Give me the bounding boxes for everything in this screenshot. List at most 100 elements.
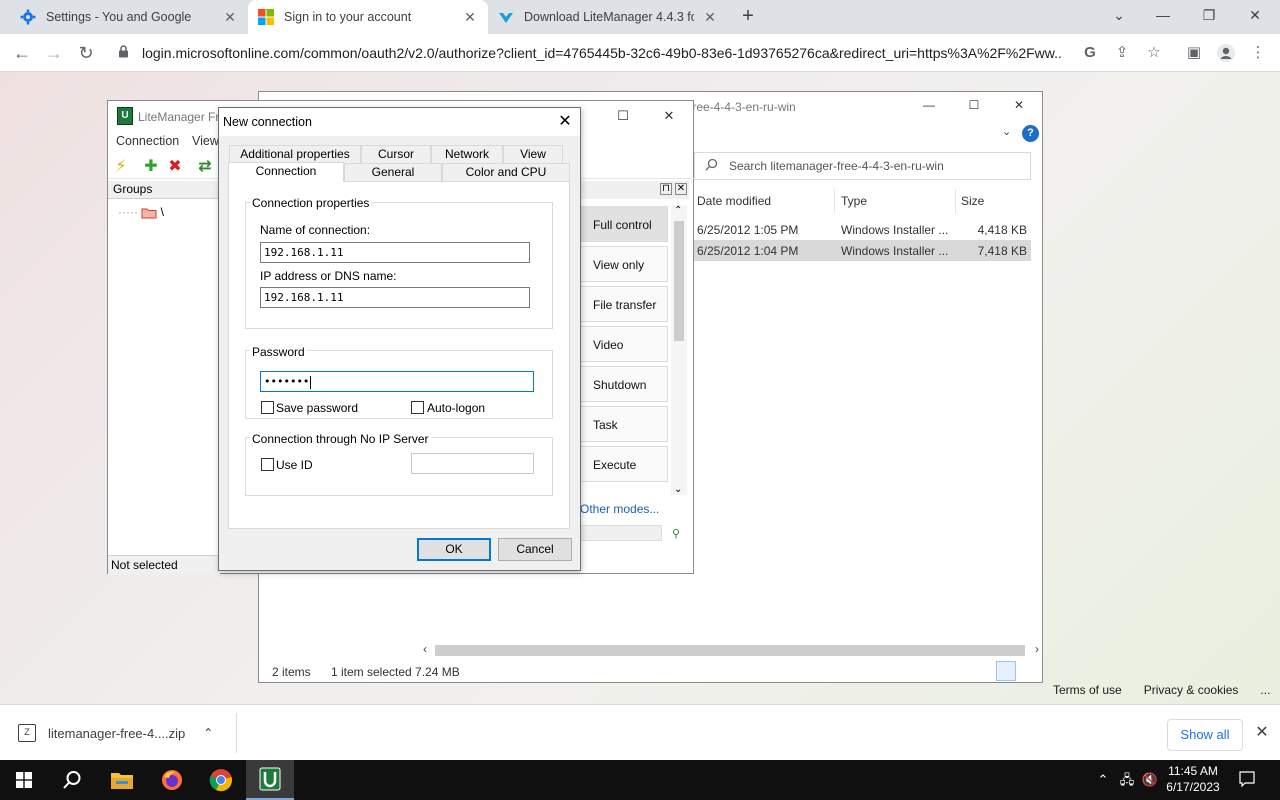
close-tab-icon[interactable]: ✕ <box>462 9 478 25</box>
close-window-icon[interactable]: ✕ <box>1244 4 1266 26</box>
bookmark-star-icon[interactable]: ☆ <box>1144 43 1164 63</box>
profile-avatar-icon[interactable] <box>1216 43 1236 63</box>
scroll-right-arrow-icon[interactable]: › <box>1035 642 1039 656</box>
close-downloads-icon[interactable]: ✕ <box>1252 723 1272 743</box>
explorer-search-box[interactable]: Search litemanager-free-4-4-3-en-ru-win <box>694 152 1031 180</box>
scrollbar-thumb[interactable] <box>435 645 1025 656</box>
help-icon[interactable]: ? <box>1022 125 1039 142</box>
ip-address-input[interactable]: 192.168.1.11 <box>260 287 530 308</box>
scrollbar-thumb[interactable] <box>674 221 684 341</box>
tab-search-chevron-icon[interactable]: ⌄ <box>1108 4 1130 26</box>
maximize-icon[interactable]: ☐ <box>959 98 989 116</box>
back-arrow-icon[interactable]: ← <box>10 41 34 65</box>
file-row[interactable]: 6/25/2012 1:05 PM Windows Installer ... … <box>691 219 1031 240</box>
share-icon[interactable]: ⇪ <box>1112 43 1132 63</box>
column-divider[interactable] <box>955 189 956 213</box>
tab-color-and-cpu[interactable]: Color and CPU <box>442 163 570 181</box>
tab-download-litemanager[interactable]: Download LiteManager 4.4.3 for ✕ <box>488 0 728 34</box>
close-dialog-icon[interactable]: ✕ <box>553 112 577 132</box>
ok-button[interactable]: OK <box>417 538 491 561</box>
maximize-icon[interactable]: ☐ <box>611 108 635 126</box>
mode-view-only[interactable]: View only <box>579 246 668 282</box>
tab-settings[interactable]: Settings - You and Google ✕ <box>0 0 248 34</box>
close-panel-icon[interactable]: ✕ <box>675 183 687 195</box>
mode-full-control[interactable]: Full control <box>579 206 668 242</box>
search-icon[interactable] <box>48 760 96 800</box>
tab-additional-properties[interactable]: Additional properties <box>229 145 361 163</box>
file-row-selected[interactable]: 6/25/2012 1:04 PM Windows Installer ... … <box>691 240 1031 261</box>
scroll-up-arrow-icon[interactable]: ⌃ <box>674 205 682 216</box>
menu-connection[interactable]: Connection <box>116 134 179 148</box>
more-options-link[interactable]: ... <box>1260 683 1270 697</box>
close-window-icon[interactable]: ✕ <box>657 108 681 126</box>
tab-view[interactable]: View <box>503 145 563 163</box>
tree-root-label[interactable]: \ <box>161 205 164 219</box>
column-divider[interactable] <box>834 189 835 213</box>
horizontal-scrollbar[interactable]: ‹ › <box>421 642 1041 659</box>
side-panel-icon[interactable]: ▣ <box>1184 43 1204 63</box>
minimize-icon[interactable]: — <box>1152 4 1174 26</box>
scroll-down-arrow-icon[interactable]: ⌄ <box>674 484 682 495</box>
tab-cursor[interactable]: Cursor <box>361 145 431 163</box>
use-id-input[interactable] <box>411 453 534 474</box>
auto-logon-checkbox[interactable] <box>411 401 424 414</box>
search-computer-icon[interactable]: ⚲ <box>672 527 680 540</box>
ribbon-expand-chevron-icon[interactable]: ⌄ <box>1002 125 1011 138</box>
pin-icon[interactable]: ⊓ <box>660 183 672 195</box>
tab-sign-in[interactable]: Sign in to your account ✕ <box>248 0 488 34</box>
tray-overflow-chevron-icon[interactable]: ⌃ <box>1094 771 1112 789</box>
add-connection-icon[interactable]: ✚ <box>142 158 160 176</box>
modes-scrollbar[interactable]: ⌃ ⌄ <box>671 205 687 495</box>
tab-connection[interactable]: Connection <box>228 162 344 182</box>
forward-arrow-icon[interactable]: → <box>42 41 66 65</box>
reload-icon[interactable]: ↻ <box>74 41 98 65</box>
delete-connection-icon[interactable]: ✖ <box>166 158 184 176</box>
file-explorer-icon[interactable] <box>98 760 146 800</box>
firefox-icon[interactable] <box>148 760 196 800</box>
connect-lightning-icon[interactable]: ⚡ <box>112 158 130 176</box>
tab-network[interactable]: Network <box>431 145 503 163</box>
new-tab-button[interactable]: + <box>737 5 759 27</box>
details-view-icon[interactable] <box>996 661 1016 681</box>
chrome-icon[interactable] <box>197 760 245 800</box>
start-windows-icon[interactable] <box>0 760 48 800</box>
close-tab-icon[interactable]: ✕ <box>222 9 238 25</box>
google-lens-icon[interactable]: G <box>1080 43 1100 63</box>
minimize-icon[interactable]: — <box>914 98 944 116</box>
mode-execute[interactable]: Execute <box>579 446 668 482</box>
chevron-up-icon[interactable]: ⌃ <box>203 726 213 740</box>
privacy-link[interactable]: Privacy & cookies <box>1144 683 1239 697</box>
taskbar-clock[interactable]: 11:45 AM 6/17/2023 <box>1163 763 1223 795</box>
litemanager-taskbar-icon[interactable] <box>246 760 294 800</box>
close-window-icon[interactable]: ✕ <box>1004 98 1034 116</box>
password-input[interactable]: ••••••• <box>260 371 534 392</box>
cancel-button[interactable]: Cancel <box>498 538 572 561</box>
mode-shutdown[interactable]: Shutdown <box>579 366 668 402</box>
mode-video[interactable]: Video <box>579 326 668 362</box>
terms-of-use-link[interactable]: Terms of use <box>1053 683 1122 697</box>
scroll-left-arrow-icon[interactable]: ‹ <box>423 642 427 656</box>
refresh-icon[interactable]: ⇄ <box>196 158 214 176</box>
menu-kebab-icon[interactable]: ⋮ <box>1248 43 1268 63</box>
show-all-button[interactable]: Show all <box>1167 719 1243 751</box>
column-date-modified[interactable]: Date modified <box>697 194 771 214</box>
large-icons-view-icon[interactable] <box>1018 661 1038 681</box>
connection-name-input[interactable]: 192.168.1.11 <box>260 242 530 263</box>
mode-file-transfer[interactable]: File transfer <box>579 286 668 322</box>
volume-muted-icon[interactable]: 🔇 <box>1141 771 1159 789</box>
other-modes-link[interactable]: Other modes... <box>580 502 659 516</box>
menu-view[interactable]: View <box>192 134 219 148</box>
explorer-title: free-4-4-3-en-ru-win <box>689 100 796 114</box>
notification-icon[interactable] <box>1238 771 1256 789</box>
close-tab-icon[interactable]: ✕ <box>702 9 718 25</box>
download-item[interactable]: Z litemanager-free-4....zip ⌃ <box>18 719 213 747</box>
network-icon[interactable]: 🖧 <box>1118 771 1136 789</box>
use-id-checkbox[interactable] <box>261 458 274 471</box>
mode-task-manager[interactable]: Task manager <box>579 406 668 468</box>
column-type[interactable]: Type <box>841 194 867 214</box>
restore-icon[interactable]: ❐ <box>1198 4 1220 26</box>
save-password-checkbox[interactable] <box>261 401 274 414</box>
column-size[interactable]: Size <box>961 194 984 214</box>
tab-general[interactable]: General <box>344 163 442 181</box>
address-bar[interactable]: login.microsoftonline.com/common/oauth2/… <box>108 37 1108 69</box>
